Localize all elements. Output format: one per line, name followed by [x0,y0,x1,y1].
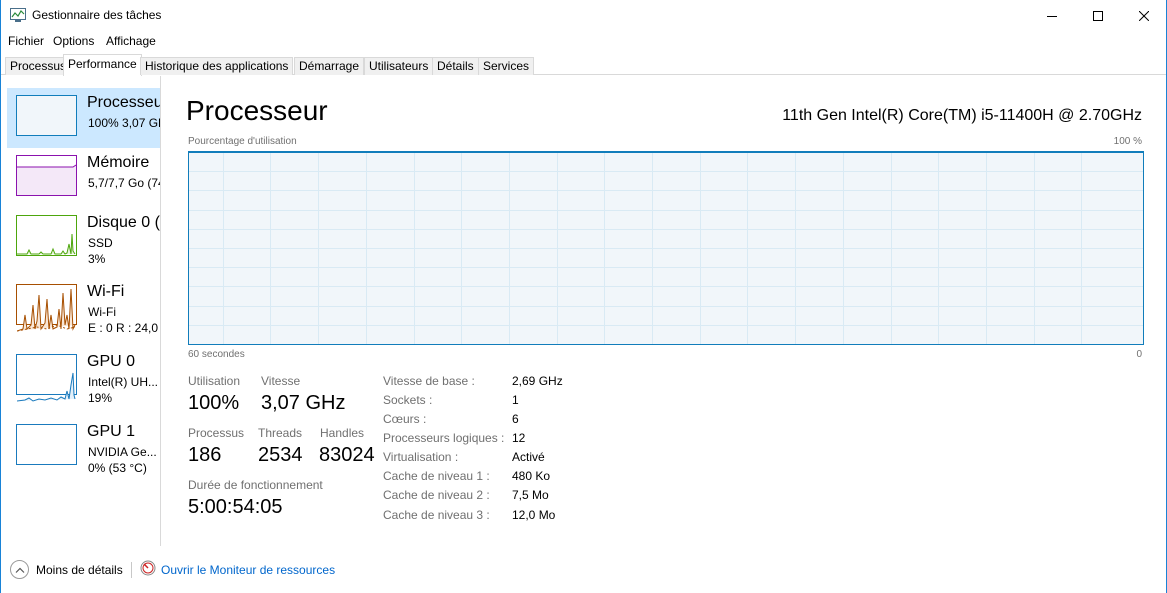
handles-value: 83024 [319,444,375,466]
memoire-thumbnail [16,155,77,196]
handles-label: Handles [320,426,365,440]
sidebar-item-label: GPU 1 [87,423,136,440]
detail-label: Cache de niveau 3 : [383,508,490,522]
detail-label: Virtualisation : [383,450,459,464]
less-details-toggle[interactable] [10,560,29,579]
footer-divider [131,562,132,578]
threads-label: Threads [258,426,303,440]
sidebar-item-gpu1[interactable]: GPU 1 NVIDIA Ge... 0% (53 °C) [7,417,160,477]
processus-label: Processus [188,426,245,440]
detail-value: 480 Ko [512,469,551,483]
open-resource-monitor-link[interactable]: Ouvrir le Moniteur de ressources [161,563,335,577]
sidebar-item-detail: NVIDIA Ge... [88,445,157,459]
resource-monitor-icon[interactable] [140,560,156,576]
sidebar-item-processeur[interactable]: Processeur 100% 3,07 GHz [7,88,161,148]
cpu-usage-graph [188,151,1144,345]
sidebar-item-detail: 100% 3,07 GHz [88,116,160,130]
less-details-button[interactable]: Moins de détails [36,563,123,577]
task-manager-app-icon [10,8,26,22]
sidebar-item-detail: Intel(R) UH... [88,375,159,389]
sidebar-item-label: Processeur [87,94,161,111]
processeur-thumbnail [16,95,77,136]
detail-label: Cœurs : [383,412,427,426]
detail-label: Processeurs logiques : [383,431,505,445]
menu-fichier[interactable]: Fichier [8,34,44,48]
processus-value: 186 [188,444,222,466]
sidebar-item-label: Disque 0 (C:) [87,214,160,231]
chevron-up-icon [15,567,24,573]
sidebar-item-detail: Wi-Fi [88,305,116,319]
tab-processus[interactable]: Processus [5,57,72,75]
vitesse-label: Vitesse [261,374,301,388]
sidebar-item-memoire[interactable]: Mémoire 5,7/7,7 Go (74%) [7,148,160,208]
detail-label: Cache de niveau 1 : [383,469,490,483]
graph-label-time: 60 secondes [188,349,245,360]
utilisation-value: 100% [188,392,240,414]
sidebar-item-label: Wi-Fi [87,283,125,300]
tab-demarrage[interactable]: Démarrage [294,57,365,75]
detail-value: 6 [512,412,519,426]
sidebar-item-wifi[interactable]: Wi-Fi Wi-Fi E : 0 R : 24,0 Kbit/s [7,277,160,337]
sidebar-item-detail-2: 3% [88,252,106,266]
utilisation-label: Utilisation [188,374,241,388]
detail-label: Sockets : [383,393,433,407]
maximize-button[interactable] [1075,0,1121,31]
disque-thumbnail [16,215,77,256]
gpu1-thumbnail [16,424,77,465]
sidebar-item-disque[interactable]: Disque 0 (C:) SSD 3% [7,208,160,268]
wifi-thumbnail [16,284,77,332]
detail-value: 1 [512,393,519,407]
graph-label-max: 100 % [1113,136,1142,147]
sidebar-item-detail-2: 0% (53 °C) [88,461,147,475]
tab-historique[interactable]: Historique des applications [140,57,294,75]
threads-value: 2534 [258,444,303,466]
vitesse-value: 3,07 GHz [261,392,346,414]
menu-options[interactable]: Options [53,34,94,48]
detail-value: Activé [512,450,545,464]
maximize-icon [1093,10,1103,21]
close-icon [1139,10,1149,21]
graph-label-usage: Pourcentage d'utilisation [188,136,297,147]
detail-label: Cache de niveau 2 : [383,488,490,502]
detail-value: 7,5 Mo [512,488,549,502]
sidebar-item-gpu0[interactable]: GPU 0 Intel(R) UH... 19% [7,347,160,407]
detail-value: 2,69 GHz [512,374,563,388]
detail-value: 12 [512,431,526,445]
minimize-icon [1047,15,1057,17]
sidebar-item-detail: SSD [88,236,113,250]
detail-label: Vitesse de base : [383,374,475,388]
sidebar-item-detail-2: E : 0 R : 24,0 Kbit/s [88,321,160,335]
menu-bar: Fichier Options Affichage [1,31,1166,51]
sidebar-item-label: Mémoire [87,154,150,171]
sidebar-item-label: GPU 0 [87,353,136,370]
tab-services[interactable]: Services [478,57,535,75]
title-bar[interactable]: Gestionnaire des tâches [1,0,1166,31]
resource-sidebar: Processeur 100% 3,07 GHz Mémoire 5,7/7,7… [1,76,161,546]
detail-value: 12,0 Mo [512,508,556,522]
menu-affichage[interactable]: Affichage [106,34,156,48]
tab-bar: Processus Performance Historique des app… [1,51,1166,76]
page-title: Processeur [186,95,328,126]
tab-performance[interactable]: Performance [63,54,142,76]
uptime-value: 5:00:54:05 [188,496,283,518]
task-manager-window: Gestionnaire des tâches Fichier Options … [0,0,1167,593]
cpu-model-name: 11th Gen Intel(R) Core(TM) i5-11400H @ 2… [782,107,1142,124]
sidebar-item-detail-2: 19% [88,391,113,405]
uptime-label: Durée de fonctionnement [188,478,323,492]
close-button[interactable] [1121,0,1167,31]
minimize-button[interactable] [1029,0,1075,31]
tab-details[interactable]: Détails [432,57,479,75]
footer-bar: Moins de détails Ouvrir le Moniteur de r… [1,546,1166,593]
sidebar-item-detail: 5,7/7,7 Go (74%) [88,176,160,190]
gpu0-thumbnail [16,354,77,402]
tab-utilisateurs[interactable]: Utilisateurs [364,57,434,75]
graph-label-min: 0 [1136,349,1142,360]
window-title: Gestionnaire des tâches [32,8,162,22]
